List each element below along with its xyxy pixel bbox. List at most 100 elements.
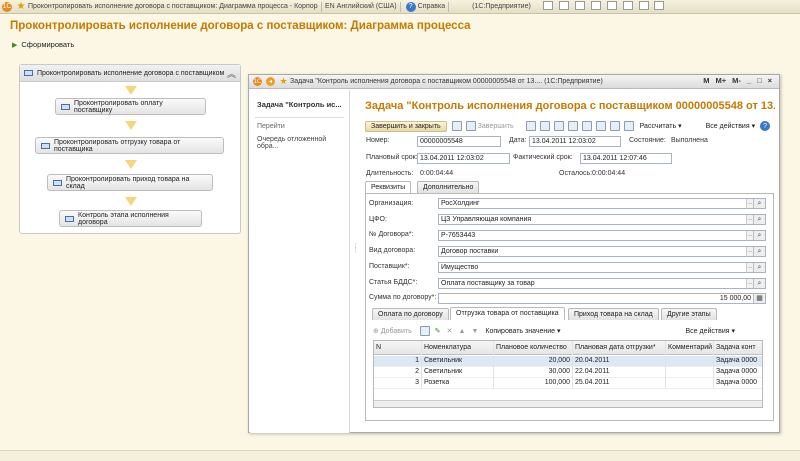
report-icon[interactable] [595,121,606,131]
finish-icon[interactable] [465,121,476,131]
calc-button[interactable]: Рассчитать ▾ [640,122,682,130]
copy-row-icon[interactable] [419,326,430,336]
plan-date-field[interactable]: 13.04.2011 12:03:02 [417,153,510,164]
link-icon[interactable] [553,121,564,131]
minimize-button[interactable]: _ [747,76,751,85]
cfo-field[interactable]: ЦЗ Управляющая компания … ⌕ [438,214,766,225]
nav-item-deferred-queue[interactable]: Очередь отложенной обра... [250,133,349,153]
document-icon[interactable] [525,121,536,131]
process-node[interactable]: Проконтролировать отгрузку товара от пос… [35,137,224,154]
row-control-task[interactable]: Задача 0000 [714,367,762,378]
add-button[interactable]: ⊕ Добавить [373,327,412,335]
help-menu[interactable]: Справка [418,3,445,10]
delete-icon[interactable]: ✕ [447,327,453,335]
save-close-button[interactable]: Завершить и закрыть [365,120,447,132]
date-field[interactable]: 13.04.2011 12:03:02 [529,136,621,147]
all-actions-menu[interactable]: Все действия ▾ [706,122,756,130]
subtab-receipt[interactable]: Приход товара на склад [568,308,659,320]
help-icon[interactable]: ? [405,1,416,12]
maximize-button[interactable]: □ [757,76,762,85]
process-node[interactable]: Проконтролировать оплату поставщику [55,98,206,115]
back-icon[interactable]: ◂ [266,77,275,86]
fact-date-field[interactable]: 13.04.2011 12:07:46 [580,153,672,164]
row-plan-qty[interactable]: 100,000 [494,378,573,389]
col-comment[interactable]: Комментарий [666,341,714,355]
dots-icon[interactable]: … [746,279,753,288]
process-node[interactable]: Проконтролировать приход товара на склад [47,174,213,191]
search-icon[interactable]: ⌕ [753,231,765,240]
dots-icon[interactable]: … [746,199,753,208]
table-row[interactable]: 2 Светильник 30,000 22.04.2011 Задача 00… [374,367,762,378]
calendar-icon[interactable] [590,1,601,10]
row-plan-date[interactable]: 22.04.2011 [573,367,666,378]
row-nomenclature[interactable]: Светильник [422,356,494,367]
dots-icon[interactable]: … [746,247,753,256]
number-field[interactable]: 00000005548 [417,136,501,147]
copy-value-menu[interactable]: Копировать значение ▾ [485,327,560,335]
row-comment[interactable] [666,356,714,367]
process-node[interactable]: Контроль этапа исполнения договора [59,210,202,227]
row-nomenclature[interactable]: Светильник [422,367,494,378]
app-logo-icon[interactable]: 1С [2,1,12,12]
row-nomenclature[interactable]: Розетка [422,378,494,389]
mail-icon[interactable] [609,121,620,131]
calculator-icon[interactable]: ▦ [753,294,765,303]
col-n[interactable]: N [374,341,422,355]
dots-icon[interactable]: … [746,263,753,272]
search-icon[interactable]: ⌕ [753,247,765,256]
window-tab[interactable]: Проконтролировать исполнение договора с … [28,3,318,10]
supplier-field[interactable]: Имущество … ⌕ [438,262,766,273]
subtab-payment[interactable]: Оплата по договору [372,308,449,320]
move-down-icon[interactable]: ▼ [471,328,478,335]
tab-additional[interactable]: Дополнительно [417,181,480,193]
row-comment[interactable] [666,367,714,378]
sum-field[interactable]: 15 000,00 ▦ [438,293,766,304]
app-logo-icon[interactable]: 1С [253,77,262,86]
print-icon[interactable] [558,1,569,10]
copy-icon[interactable] [581,121,592,131]
move-up-icon[interactable]: ▲ [459,328,466,335]
about-icon[interactable] [638,1,649,10]
col-control-task[interactable]: Задача конт [714,341,762,355]
subtab-shipment[interactable]: Отгрузка товара от поставщика [450,307,565,320]
col-plan-qty[interactable]: Плановое количество [494,341,573,355]
finish-button[interactable]: Завершить [478,123,514,130]
favorites-star-icon[interactable]: ★ [16,1,26,12]
col-nomenclature[interactable]: Номенклатура [422,341,494,355]
search-icon[interactable]: ⌕ [753,279,765,288]
contract-type-field[interactable]: Договор поставки … ⌕ [438,246,766,257]
memory-button[interactable]: M [703,76,709,85]
panel-resize-handle[interactable]: ⋮ ⋮ [352,243,359,275]
row-plan-date[interactable]: 20.04.2011 [573,356,666,367]
save-icon[interactable] [542,1,553,10]
dots-icon[interactable]: … [746,231,753,240]
favorites-star-icon[interactable]: ★ [279,76,288,86]
save-icon[interactable] [451,121,462,131]
row-plan-qty[interactable]: 30,000 [494,367,573,378]
diagram-header[interactable]: Проконтролировать исполнение договора с … [20,65,240,82]
search-icon[interactable]: ⌕ [753,215,765,224]
dots-icon[interactable]: … [746,215,753,224]
help-icon[interactable]: ? [760,121,771,131]
edit-icon[interactable]: ✎ [435,327,441,335]
memory-plus-button[interactable]: M+ [716,76,727,85]
close-button[interactable]: × [768,76,772,85]
attachment-icon[interactable] [567,121,578,131]
table-row[interactable]: 3 Розетка 100,000 25.04.2011 Задача 0000 [374,378,762,389]
row-control-task[interactable]: Задача 0000 [714,378,762,389]
search-icon[interactable]: ⌕ [753,199,765,208]
close-icon[interactable] [654,1,665,10]
memory-minus-button[interactable]: M- [732,76,741,85]
horizontal-scrollbar[interactable] [374,400,762,407]
structure-icon[interactable] [539,121,550,131]
row-plan-qty[interactable]: 20,000 [494,356,573,367]
mail-icon[interactable] [574,1,585,10]
collapse-chevron-icon[interactable]: ︽ [227,67,236,80]
form-button[interactable]: ▶ Сформировать [12,40,74,49]
row-plan-date[interactable]: 25.04.2011 [573,378,666,389]
contract-field[interactable]: Р-7653443 … ⌕ [438,230,766,241]
subtab-other[interactable]: Другие этапы [661,308,717,320]
col-plan-date[interactable]: Плановая дата отгрузки* [573,341,666,355]
search-icon[interactable]: ⌕ [753,263,765,272]
table-row[interactable]: 1 Светильник 20,000 20.04.2011 Задача 00… [374,356,762,367]
